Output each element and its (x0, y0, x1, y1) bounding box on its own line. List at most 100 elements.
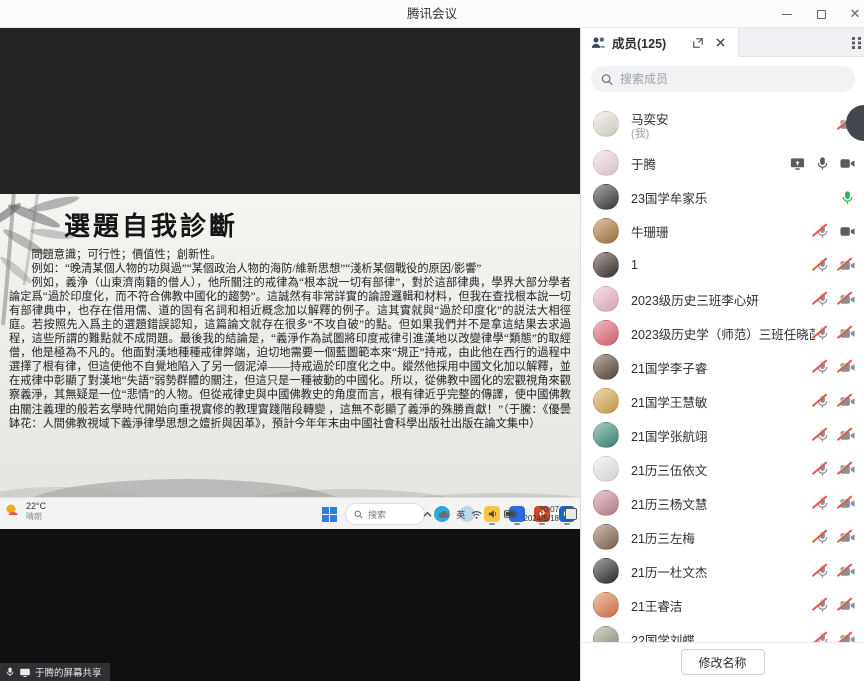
member-name: 21历一杜文杰 (631, 562, 707, 581)
mic-muted-icon[interactable] (815, 598, 830, 613)
mic-muted-icon[interactable] (815, 326, 830, 341)
tray-volume-icon[interactable] (488, 509, 498, 519)
panel-more-icon[interactable] (852, 36, 862, 54)
cam-muted-icon[interactable] (840, 360, 855, 375)
cam-muted-icon[interactable] (840, 428, 855, 443)
mic-muted-icon[interactable] (815, 292, 830, 307)
close-button[interactable]: ✕ (838, 0, 864, 28)
member-name: 1 (631, 258, 638, 272)
mic-muted-icon[interactable] (815, 530, 830, 545)
member-row[interactable]: 22国学刘蝶 (581, 622, 864, 642)
tray-language-indicator[interactable]: 英 (456, 508, 465, 521)
member-name: 2023级历史学（师范）三班任晓菡 (631, 324, 815, 343)
member-row[interactable]: 21国学王慧敏 (581, 384, 864, 418)
tray-wifi-icon[interactable] (471, 510, 482, 519)
member-name: 21王睿洁 (631, 596, 682, 615)
cam-muted-icon[interactable] (840, 598, 855, 613)
search-icon (601, 73, 613, 86)
member-name: 21历三伍依文 (631, 460, 707, 479)
member-status-icons (815, 496, 855, 511)
member-name: 22国学刘蝶 (631, 630, 695, 643)
member-row[interactable]: 1 (581, 248, 864, 282)
avatar (593, 592, 619, 618)
member-row[interactable]: 马奕安 (我) (581, 102, 864, 146)
cam-muted-icon[interactable] (840, 292, 855, 307)
tray-clock[interactable]: 20:07 2024/5/18 (523, 505, 559, 524)
member-status-icons (815, 394, 855, 409)
cam-muted-icon[interactable] (840, 564, 855, 579)
avatar (593, 218, 619, 244)
maximize-button[interactable] (804, 0, 838, 28)
taskbar-weather-widget[interactable]: 22°C 晴朗 (4, 501, 46, 521)
avatar (593, 184, 619, 210)
member-row[interactable]: 2023级历史三班李心妍 (581, 282, 864, 316)
tray-cloud-icon[interactable] (438, 510, 450, 519)
floating-video-bubble[interactable] (846, 105, 864, 141)
share-on-icon[interactable] (790, 156, 805, 171)
mic-muted-icon[interactable] (815, 394, 830, 409)
member-search-input[interactable] (620, 72, 845, 86)
member-status-icons (790, 156, 855, 171)
member-row[interactable]: 21历一杜文杰 (581, 554, 864, 588)
member-row[interactable]: 于腾 (581, 146, 864, 180)
cam-muted-icon[interactable] (840, 258, 855, 273)
minimize-button[interactable] (770, 0, 804, 28)
window-controls: ✕ (770, 0, 864, 28)
cam-muted-icon[interactable] (840, 394, 855, 409)
slide-paragraph: 例如，義浄（山東濟南籍的僧人），他所關注的戒律為“根本說一切有部律”，對於這部律… (9, 276, 571, 431)
member-row[interactable]: 2023级历史学（师范）三班任晓菡 (581, 316, 864, 350)
avatar (593, 558, 619, 584)
member-row[interactable]: 21国学张航翊 (581, 418, 864, 452)
member-status-icons (815, 258, 855, 273)
member-row[interactable]: 21王睿洁 (581, 588, 864, 622)
avatar (593, 252, 619, 278)
members-tab[interactable]: 成员(125) (581, 28, 739, 57)
tray-battery-icon[interactable] (504, 510, 517, 518)
weather-temp: 22°C (26, 501, 46, 512)
popout-panel-icon[interactable] (690, 35, 706, 51)
cam-muted-icon[interactable] (840, 530, 855, 545)
tray-chevron-up-icon[interactable] (423, 510, 432, 519)
member-text: 21历三左梅 (631, 528, 695, 547)
member-text: 21国学张航翊 (631, 426, 707, 445)
member-name: 21历三左梅 (631, 528, 695, 547)
member-search[interactable] (591, 66, 855, 92)
mic-muted-icon[interactable] (815, 496, 830, 511)
mic-muted-icon[interactable] (815, 258, 830, 273)
slide-paragraph: 問題意識；可行性；價值性；創新性。 (9, 248, 571, 262)
windows-start-icon[interactable] (322, 507, 337, 522)
cam-on-icon[interactable] (840, 156, 855, 171)
rename-button[interactable]: 修改名称 (681, 649, 765, 675)
window-titlebar: 腾讯会议 ✕ (0, 0, 864, 28)
close-panel-icon[interactable] (712, 35, 728, 51)
cam-muted-icon[interactable] (840, 326, 855, 341)
member-row[interactable]: 23国学牟家乐 (581, 180, 864, 214)
member-status-icons (815, 326, 855, 341)
cam-muted-icon[interactable] (840, 496, 855, 511)
member-row[interactable]: 21国学李子睿 (581, 350, 864, 384)
taskbar-search[interactable]: 搜索 (345, 503, 425, 525)
search-icon (354, 510, 363, 519)
member-row[interactable]: 牛珊珊 (581, 214, 864, 248)
avatar (593, 111, 619, 137)
avatar (593, 456, 619, 482)
cam-muted-icon[interactable] (840, 632, 855, 643)
mic-muted-icon[interactable] (815, 224, 830, 239)
cam-on-icon[interactable] (840, 224, 855, 239)
member-row[interactable]: 21历三杨文慧 (581, 486, 864, 520)
mic-muted-icon[interactable] (815, 360, 830, 375)
member-text: 21国学李子睿 (631, 358, 707, 377)
mic-on-icon[interactable] (815, 156, 830, 171)
mic-green-icon[interactable] (840, 190, 855, 205)
mic-muted-icon[interactable] (815, 462, 830, 477)
tray-notification-icon[interactable] (565, 508, 577, 520)
mic-muted-icon[interactable] (815, 428, 830, 443)
member-sub-label: (我) (631, 128, 669, 140)
member-row[interactable]: 21历三伍依文 (581, 452, 864, 486)
member-status-icons (815, 428, 855, 443)
mic-muted-icon[interactable] (815, 632, 830, 643)
cam-muted-icon[interactable] (840, 462, 855, 477)
tray-time: 20:07 (523, 505, 559, 515)
mic-muted-icon[interactable] (815, 564, 830, 579)
member-row[interactable]: 21历三左梅 (581, 520, 864, 554)
